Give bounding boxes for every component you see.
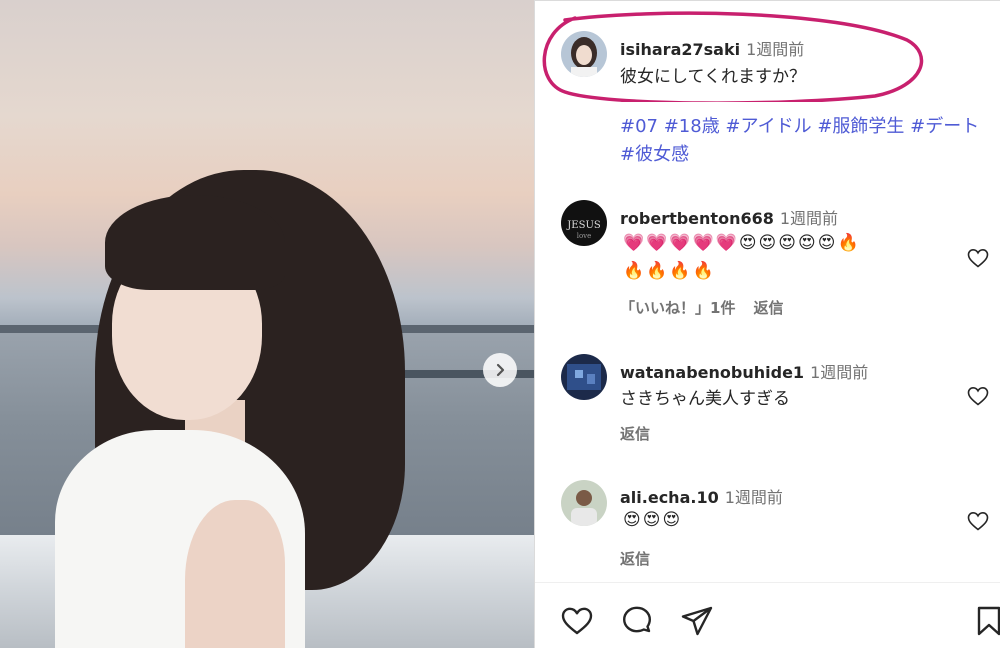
comment-meta: 返信 bbox=[620, 423, 668, 444]
post-caption: 彼女にしてくれますか？ bbox=[620, 67, 806, 87]
comment-time[interactable]: 1週間前 bbox=[780, 209, 838, 228]
comment-time[interactable]: 1週間前 bbox=[810, 363, 868, 382]
reply-button[interactable]: 返信 bbox=[620, 550, 650, 568]
subject-arm bbox=[185, 500, 285, 648]
heart-outline-icon[interactable] bbox=[560, 604, 594, 638]
next-photo-button[interactable] bbox=[483, 353, 517, 387]
comment-text: 💗💗💗💗💗😍😍😍😍😍🔥 bbox=[623, 233, 861, 253]
comment-like-icon[interactable] bbox=[966, 384, 990, 408]
comment-username[interactable]: watanabenobuhide1 bbox=[620, 363, 804, 382]
svg-text:JESUS: JESUS bbox=[566, 220, 601, 231]
comment-likes-count[interactable]: 「いいね！」1件 bbox=[620, 299, 735, 317]
comment-header: watanabenobuhide1 1週間前 bbox=[620, 359, 868, 383]
comment-username[interactable]: robertbenton668 bbox=[620, 209, 774, 228]
paper-plane-icon[interactable] bbox=[680, 604, 714, 638]
author-username[interactable]: isihara27saki bbox=[620, 40, 740, 59]
comment-text: 😍😍😍 bbox=[623, 510, 683, 530]
comment-avatar[interactable] bbox=[561, 354, 607, 400]
comment-text: さきちゃん美人すぎる bbox=[620, 389, 790, 409]
post-time[interactable]: 1週間前 bbox=[746, 40, 804, 59]
author-line: isihara27saki 1週間前 bbox=[620, 36, 804, 60]
subject-bangs bbox=[105, 195, 285, 290]
svg-text:love: love bbox=[577, 232, 592, 240]
action-bar-divider bbox=[535, 582, 1000, 583]
post-hashtags[interactable]: #07 #18歳 #アイドル #服飾学生 #デート #彼女感 bbox=[620, 113, 985, 169]
post-photo bbox=[0, 0, 534, 648]
comment-text-continued: 🔥🔥🔥🔥 bbox=[623, 261, 716, 281]
comment-header: robertbenton668 1週間前 bbox=[620, 205, 838, 229]
comment-avatar[interactable] bbox=[561, 480, 607, 526]
comment-like-icon[interactable] bbox=[966, 509, 990, 533]
comment-avatar[interactable]: JESUS love bbox=[561, 200, 607, 246]
comment-time[interactable]: 1週間前 bbox=[725, 488, 783, 507]
comment-meta: 「いいね！」1件 返信 bbox=[620, 297, 801, 318]
reply-button[interactable]: 返信 bbox=[753, 299, 783, 317]
chevron-right-icon bbox=[496, 363, 505, 377]
comment-meta: 返信 bbox=[620, 548, 668, 569]
author-avatar[interactable] bbox=[561, 31, 607, 77]
reply-button[interactable]: 返信 bbox=[620, 425, 650, 443]
comments-panel: isihara27saki 1週間前 彼女にしてくれますか？ #07 #18歳 #… bbox=[535, 0, 1000, 648]
comment-bubble-icon[interactable] bbox=[620, 604, 654, 638]
comment-like-icon[interactable] bbox=[966, 246, 990, 270]
bookmark-icon[interactable] bbox=[975, 604, 1000, 638]
